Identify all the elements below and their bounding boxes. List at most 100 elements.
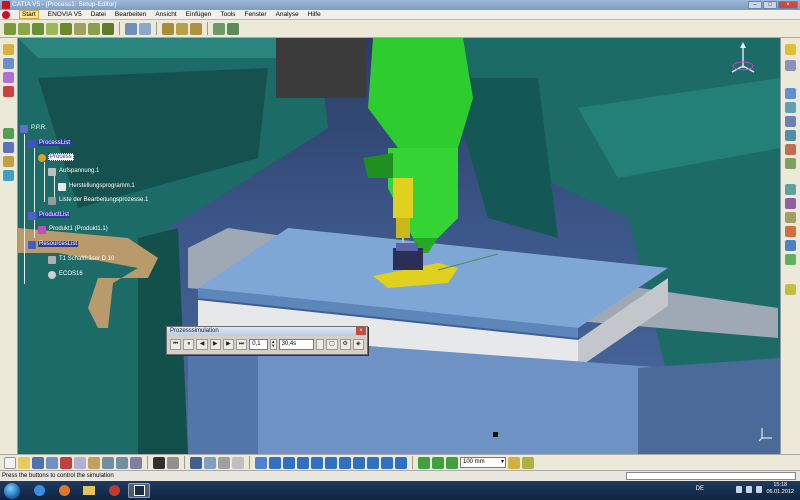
save-icon[interactable] [32,456,44,469]
tree-node-ecos16[interactable]: ECOS16 [48,270,84,279]
render-icon[interactable] [785,144,796,155]
tree-node-processlist[interactable]: ProcessList [28,139,72,148]
dialog-close-button[interactable]: × [356,327,366,335]
play-forward-button[interactable]: ▶ [222,339,235,350]
tree-node-aufspannung[interactable]: Aufspannung.1 [48,167,100,176]
tree-node-produkt1[interactable]: Produkt1 (Produkt1.1) [38,225,109,234]
record-icon[interactable]: ▢ [326,339,338,350]
photo-icon[interactable] [785,198,796,209]
roughing-icon[interactable] [88,22,100,35]
nc-output-icon[interactable] [227,22,239,35]
part-operation-icon[interactable] [190,22,202,35]
taskbar-app-explorer[interactable] [78,483,100,498]
zoom-out-icon[interactable] [325,456,337,469]
time-unit-button[interactable] [315,339,325,350]
menu-einfuegen[interactable]: Einfügen [186,11,212,18]
manipulate-icon[interactable] [446,456,458,469]
taskbar-app-catia[interactable] [128,483,150,498]
step-back-button[interactable]: ⏸ [183,339,195,350]
menu-start[interactable]: Start [19,10,39,19]
undo-icon[interactable] [102,456,114,469]
tree-node-process[interactable]: Process [38,153,74,162]
fly-icon[interactable] [255,456,267,469]
table-icon[interactable] [190,456,202,469]
menu-tools[interactable]: Tools [220,11,235,18]
sweeping-icon[interactable] [102,22,114,35]
menu-bearbeiten[interactable]: Bearbeiten [115,11,146,18]
report-icon[interactable] [785,212,796,223]
feature-icon[interactable] [176,22,188,35]
flag-icon[interactable] [746,486,752,493]
snap-icon[interactable] [218,456,230,469]
select-icon[interactable] [3,44,14,55]
tree-node-resourceslist[interactable]: ResourcesList [28,240,79,249]
zoom-icon[interactable] [785,116,796,127]
snapping-icon[interactable] [508,456,520,469]
network-icon[interactable] [736,486,742,493]
step-size-spinner[interactable]: ▲ ▼ [269,339,277,350]
analysis-icon[interactable] [785,60,796,71]
compass-icon[interactable] [726,42,760,82]
machine-icon[interactable] [125,22,137,35]
print-icon[interactable] [46,456,58,469]
open-icon[interactable] [18,456,30,469]
play-backward-button[interactable]: ◀ [196,339,208,350]
views-icon[interactable] [353,456,365,469]
part-icon[interactable] [3,72,14,83]
clock[interactable]: 15:18 06.01.2012 [766,482,794,496]
volume-icon[interactable] [756,486,762,493]
formula-icon[interactable] [153,456,165,469]
menu-enovia[interactable]: ENOVIA V5 [48,11,82,18]
simulation-icon[interactable] [3,170,14,181]
geometry-icon[interactable] [162,22,174,35]
program-icon[interactable] [3,142,14,153]
tree-node-herstellungsprogramm[interactable]: Herstellungsprogramm.1 [58,182,136,191]
unit-select[interactable]: 100 mm [460,457,506,468]
setup-icon[interactable] [3,58,14,69]
compass-snap-icon[interactable] [418,456,430,469]
redo-icon[interactable] [116,456,128,469]
maximize-button[interactable]: □ [763,1,777,9]
menu-hilfe[interactable]: Hilfe [308,11,321,18]
video-icon[interactable] [785,184,796,195]
contouring-icon[interactable] [60,22,72,35]
hide-show-icon[interactable] [381,456,393,469]
command-input[interactable] [626,472,796,480]
taskbar-app-firefox[interactable] [53,483,75,498]
rotate-view-icon[interactable] [297,456,309,469]
settings-icon[interactable]: ⚙ [339,339,351,350]
layer-icon[interactable] [232,456,244,469]
menu-fenster[interactable]: Fenster [245,11,267,18]
help-icon[interactable] [130,456,142,469]
tool-path-icon[interactable] [785,226,796,237]
pocketing-icon[interactable] [32,22,44,35]
close-window-button[interactable]: × [778,1,798,9]
skip-to-end-button[interactable]: ⏭ [236,339,248,350]
tree-node-schaftfraeser[interactable]: T1 Schaftfräser D 10 [48,255,115,264]
fit-all-icon[interactable] [269,456,281,469]
stock-icon[interactable] [3,86,14,97]
measure-icon[interactable] [785,44,796,55]
step-size-field[interactable]: 0,1 [249,339,268,350]
start-button[interactable] [4,482,20,499]
measure-distance-icon[interactable] [432,456,444,469]
sequence-icon[interactable] [785,254,796,265]
pan-view-icon[interactable] [283,456,295,469]
taskbar-app-media[interactable] [103,483,125,498]
tool-icon[interactable] [3,128,14,139]
pause-button[interactable]: ▶ [209,339,221,350]
rotate-icon[interactable] [785,102,796,113]
paste-icon[interactable] [88,456,100,469]
new-icon[interactable] [4,456,16,469]
render-style-icon[interactable] [367,456,379,469]
3d-viewport[interactable]: P.P.R. ProcessList Process Aufspannung.1… [18,38,780,454]
copy-icon[interactable] [74,456,86,469]
grid-icon[interactable] [204,456,216,469]
profile-icon[interactable] [74,22,86,35]
simulation-time-field[interactable]: 30,4s [278,339,314,350]
swap-space-icon[interactable] [395,456,407,469]
menu-analyse[interactable]: Analyse [276,11,299,18]
drilling-operation-icon[interactable] [18,22,30,35]
tree-node-ppr[interactable]: P.P.R. [20,124,48,133]
language-indicator[interactable]: DE [696,486,704,492]
